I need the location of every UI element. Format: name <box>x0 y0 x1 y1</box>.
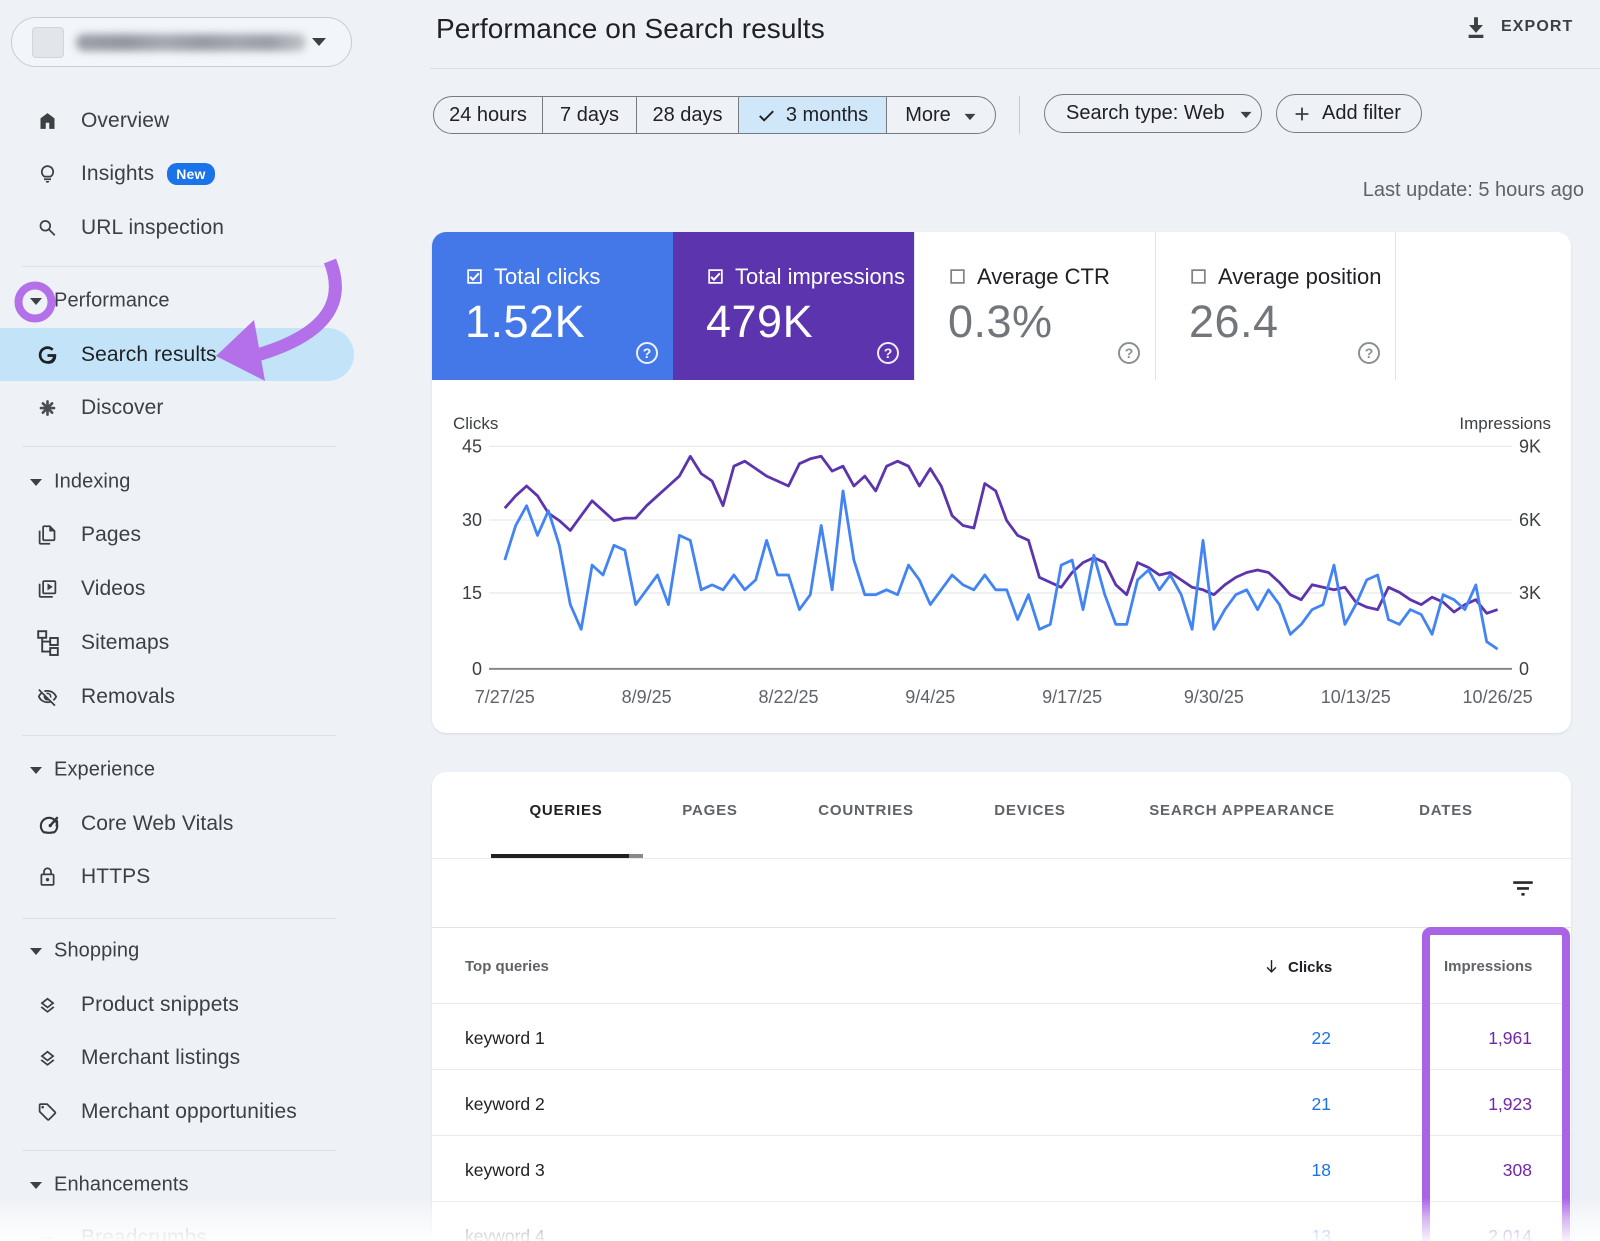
svg-text:Impressions: Impressions <box>1459 414 1551 433</box>
svg-text:8/22/25: 8/22/25 <box>758 687 818 707</box>
svg-text:8/9/25: 8/9/25 <box>622 687 672 707</box>
svg-text:9/17/25: 9/17/25 <box>1042 687 1102 707</box>
svg-text:0: 0 <box>1519 659 1529 679</box>
svg-text:9/30/25: 9/30/25 <box>1184 687 1244 707</box>
svg-text:7/27/25: 7/27/25 <box>475 687 535 707</box>
svg-text:45: 45 <box>462 436 482 456</box>
svg-text:10/13/25: 10/13/25 <box>1321 687 1391 707</box>
svg-text:3K: 3K <box>1519 583 1541 603</box>
svg-text:Clicks: Clicks <box>453 414 498 433</box>
svg-text:15: 15 <box>462 583 482 603</box>
svg-text:30: 30 <box>462 510 482 530</box>
svg-text:9K: 9K <box>1519 436 1541 456</box>
svg-text:9/4/25: 9/4/25 <box>905 687 955 707</box>
svg-text:0: 0 <box>472 659 482 679</box>
svg-text:10/26/25: 10/26/25 <box>1463 687 1533 707</box>
svg-text:6K: 6K <box>1519 510 1541 530</box>
